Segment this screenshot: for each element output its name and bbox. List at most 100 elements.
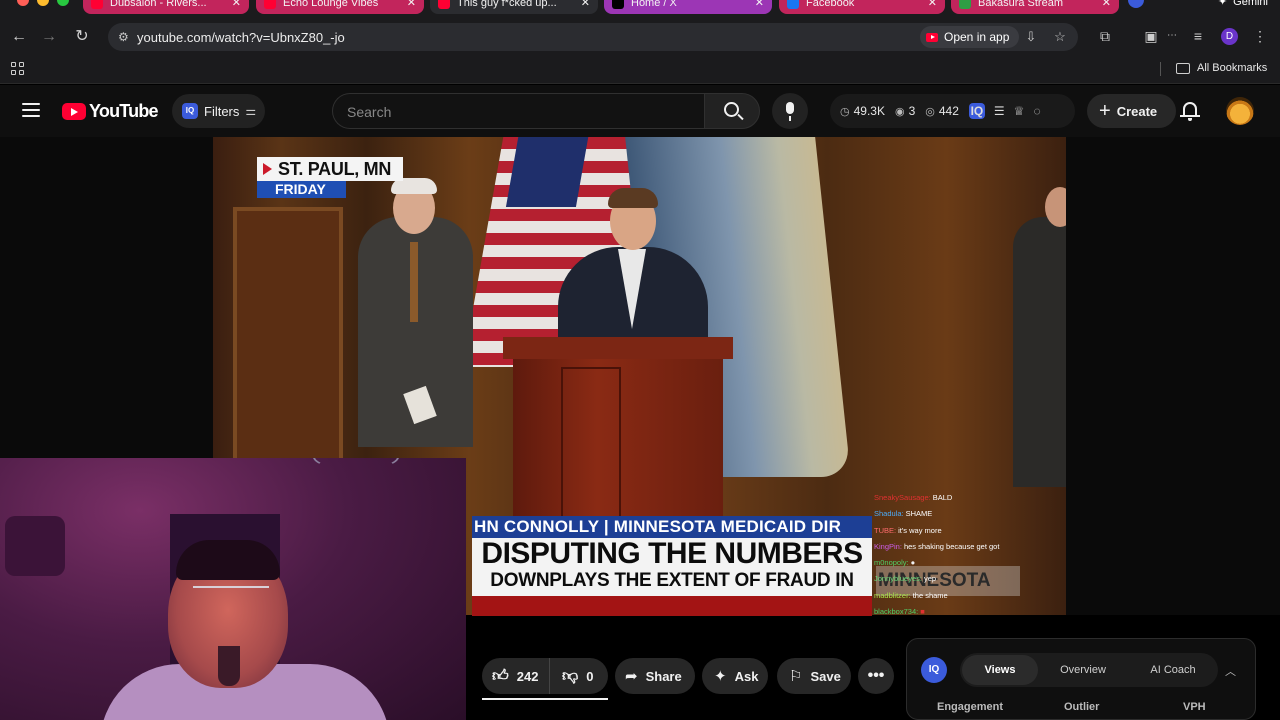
- location-day: FRIDAY: [257, 181, 346, 198]
- chrome-menu-icon[interactable]: ⋮: [1250, 26, 1270, 46]
- browser-tab[interactable]: Home / X ✕: [604, 0, 772, 14]
- youtube-play-icon: [62, 103, 86, 120]
- save-button[interactable]: ⚐ Save: [777, 658, 851, 694]
- tab-close-icon[interactable]: ✕: [755, 0, 764, 9]
- trophy-icon[interactable]: ♕: [1014, 104, 1025, 118]
- profile-avatar[interactable]: D: [1221, 28, 1238, 45]
- tab-search-icon[interactable]: ⋯: [1162, 26, 1182, 46]
- dislike-button[interactable]: 👎︎ 0: [550, 667, 593, 686]
- side-panel-icon[interactable]: ▣: [1141, 26, 1161, 46]
- chat-message: madblitzer: the shame: [874, 588, 1024, 604]
- install-icon[interactable]: ⇩: [1022, 28, 1040, 46]
- gemini-label: Gemini: [1233, 0, 1268, 8]
- iq-icon[interactable]: IQ: [921, 657, 947, 683]
- chat-username: KingPin:: [874, 541, 902, 551]
- channel-avatar[interactable]: [1226, 97, 1254, 125]
- address-bar[interactable]: ⚙ youtube.com/watch?v=UbnxZ80_-jo Open i…: [108, 23, 1078, 51]
- tab-views[interactable]: Views: [962, 655, 1038, 685]
- tab-ai-coach[interactable]: AI Coach: [1128, 664, 1218, 676]
- tab-title: Dubsalon - Rivers...: [110, 0, 207, 9]
- viewers-value: 442: [938, 104, 959, 118]
- youtube-favicon-icon: [264, 0, 276, 9]
- chat-message: TUBE: it's way more: [874, 523, 1024, 539]
- chat-text: the shame: [912, 590, 948, 600]
- vidiq-stats-bar[interactable]: ◷ 49.3K ◉ 3 ◎ 442 IQ ☰ ♕ ◌: [830, 94, 1075, 128]
- back-arrow-icon[interactable]: ←: [7, 26, 31, 48]
- bookmark-star-icon[interactable]: ☆: [1051, 28, 1069, 46]
- new-tab-button[interactable]: [1128, 0, 1144, 8]
- chat-username: madblitzer:: [874, 590, 911, 600]
- list-icon[interactable]: ☰: [994, 104, 1005, 118]
- chat-bubble-icon[interactable]: ◌: [1033, 104, 1040, 118]
- tab-close-icon[interactable]: ✕: [407, 0, 416, 9]
- views-stat: ◷ 49.3K: [840, 104, 885, 118]
- tab-overview[interactable]: Overview: [1038, 664, 1128, 676]
- chat-message: SneakySausage: BALD: [874, 490, 1024, 506]
- tab-close-icon[interactable]: ✕: [1102, 0, 1111, 9]
- tab-close-icon[interactable]: ✕: [928, 0, 937, 9]
- chevron-up-icon[interactable]: ︿: [1225, 663, 1236, 679]
- bookmarks-divider: [1160, 62, 1161, 76]
- media-control-icon[interactable]: ≡: [1188, 26, 1208, 46]
- youtube-logo[interactable]: YouTube: [62, 101, 159, 122]
- filters-button[interactable]: IQ Filters ⚌: [172, 94, 265, 128]
- youtube-favicon-icon: [91, 0, 103, 9]
- site-settings-icon[interactable]: ⚙: [118, 30, 132, 44]
- browser-tab[interactable]: Echo Lounge Vibes ✕: [256, 0, 424, 14]
- iq-icon[interactable]: IQ: [968, 103, 985, 119]
- browser-tab[interactable]: Bakasura Stream ✕: [951, 0, 1119, 14]
- chat-text: BALD: [932, 493, 953, 502]
- sparkle-icon: ✦: [714, 668, 727, 685]
- scene-person-right: [1013, 217, 1066, 487]
- more-actions-button[interactable]: •••: [858, 658, 894, 694]
- search-input[interactable]: Search: [332, 93, 704, 129]
- window-zoom-button[interactable]: [57, 0, 69, 6]
- news-lower-third: HN CONNOLLY | MINNESOTA MEDICAID DIR DIS…: [472, 516, 872, 616]
- column-outlier: Outlier: [1064, 701, 1100, 713]
- menu-icon[interactable]: [22, 103, 40, 117]
- chat-message: blackbox734: ■: [874, 604, 1024, 620]
- window-minimize-button[interactable]: [37, 0, 49, 6]
- iq-icon: IQ: [182, 103, 198, 119]
- gemini-button[interactable]: ✦ Gemini: [1218, 0, 1268, 8]
- all-bookmarks-label: All Bookmarks: [1197, 62, 1268, 74]
- chat-username: SneakySausage:: [874, 493, 931, 502]
- share-button[interactable]: ➦ Share: [615, 658, 695, 694]
- notifications-bell-icon[interactable]: [1180, 100, 1200, 122]
- create-button[interactable]: + Create: [1087, 94, 1176, 128]
- chat-text: it's way more: [898, 525, 942, 535]
- tab-close-icon[interactable]: ✕: [232, 0, 241, 9]
- extensions-icon[interactable]: ⧉: [1095, 26, 1115, 46]
- forward-arrow-icon[interactable]: →: [37, 26, 61, 48]
- browser-tab-active[interactable]: This guy f*cked up... ✕: [430, 0, 598, 14]
- window-close-button[interactable]: [17, 0, 29, 6]
- apps-grid-icon[interactable]: [11, 62, 24, 75]
- browser-tab[interactable]: Dubsalon - Rivers... ✕: [83, 0, 249, 14]
- filters-label: Filters: [204, 103, 240, 119]
- tab-title: Bakasura Stream: [978, 0, 1063, 9]
- reload-icon[interactable]: ↻: [70, 26, 94, 48]
- like-ratio-bar: [482, 698, 608, 700]
- column-engagement: Engagement: [937, 701, 1004, 713]
- url-text[interactable]: youtube.com/watch?v=UbnxZ80_-jo: [137, 30, 345, 45]
- more-horizontal-icon: •••: [867, 667, 885, 684]
- folder-icon: [1176, 62, 1190, 74]
- like-button[interactable]: 👍︎ 242: [482, 658, 550, 694]
- vidiq-panel: IQ Views Overview AI Coach ︿ Engagement …: [906, 638, 1256, 720]
- lower-third-main: DISPUTING THE NUMBERS DOWNPLAYS THE EXTE…: [472, 538, 872, 596]
- chat-text: yep: [923, 574, 937, 584]
- search-placeholder: Search: [347, 104, 392, 120]
- plus-icon: +: [1099, 100, 1111, 122]
- thumbs-down-icon: 👎︎: [562, 667, 579, 685]
- tab-close-icon[interactable]: ✕: [581, 0, 590, 9]
- chat-message: m0nopoly: ●: [874, 555, 1024, 571]
- ask-button[interactable]: ✦ Ask: [702, 658, 768, 694]
- all-bookmarks-button[interactable]: All Bookmarks: [1176, 62, 1267, 74]
- open-in-app-button[interactable]: Open in app: [920, 26, 1020, 48]
- webcam-ring-light: [313, 458, 399, 470]
- ask-label: Ask: [734, 668, 759, 684]
- browser-tab[interactable]: Facebook ✕: [779, 0, 945, 14]
- search-button[interactable]: [704, 93, 760, 129]
- voice-search-button[interactable]: [772, 93, 808, 129]
- chat-message: Shadula: SHAME: [874, 506, 1024, 522]
